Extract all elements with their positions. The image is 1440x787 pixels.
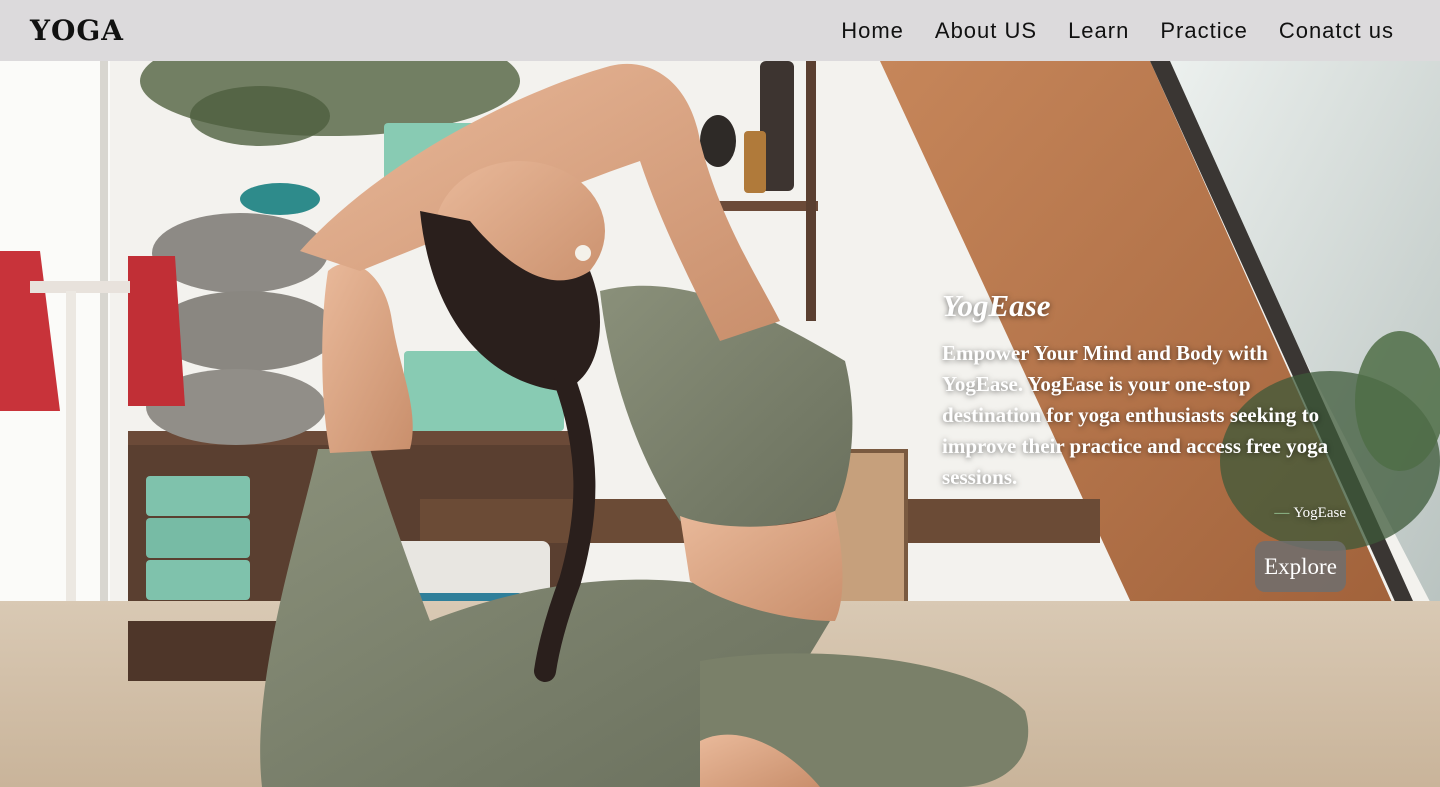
nav-home-link[interactable]: Home xyxy=(841,18,904,44)
hero-section: YogEase Empower Your Mind and Body with … xyxy=(0,61,1440,787)
hero-description: Empower Your Mind and Body with YogEase.… xyxy=(942,341,1329,489)
nav-about-link[interactable]: About US xyxy=(935,18,1037,44)
explore-button[interactable]: Explore xyxy=(1255,541,1346,592)
hero-citation: — YogEase xyxy=(942,505,1352,522)
navbar: YOGA Home About US Learn Practice Conatc… xyxy=(0,0,1440,61)
nav-learn-link[interactable]: Learn xyxy=(1068,18,1129,44)
citation-dash: — xyxy=(1274,505,1290,521)
site-logo[interactable]: YOGA xyxy=(30,14,124,47)
main-nav: Home About US Learn Practice Conatct us xyxy=(841,18,1394,44)
hero-title: YogEase xyxy=(942,288,1051,323)
hero-text-block: YogEase Empower Your Mind and Body with … xyxy=(942,288,1352,522)
nav-contact-link[interactable]: Conatct us xyxy=(1279,18,1394,44)
nav-practice-link[interactable]: Practice xyxy=(1160,18,1247,44)
citation-text: YogEase xyxy=(1293,505,1346,521)
